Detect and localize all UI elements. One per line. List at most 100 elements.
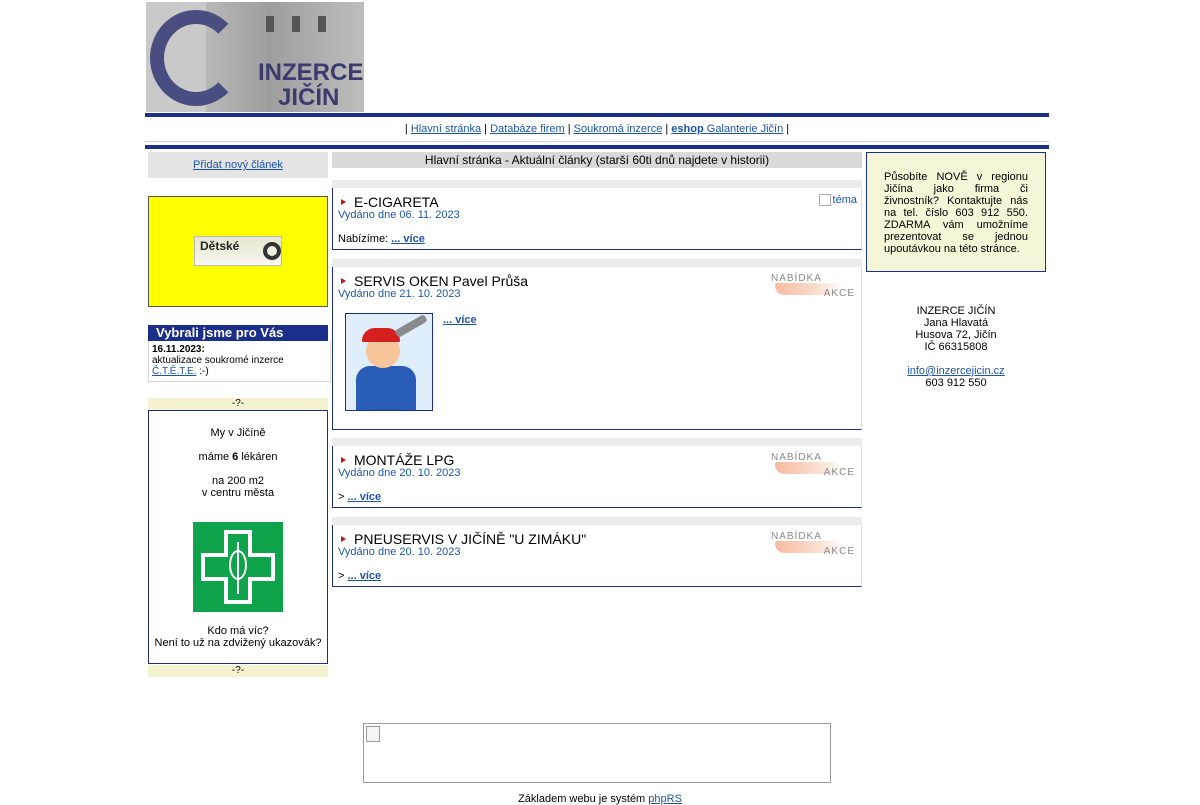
nav-separator: | bbox=[665, 123, 669, 135]
add-article-link[interactable]: Přidat nový článek bbox=[193, 159, 283, 171]
footer-text: Základem webu je systém bbox=[518, 793, 646, 805]
article-body: > ... více bbox=[338, 491, 381, 503]
promo-info-text: Působíte NOVĚ v regionu Jičína jako firm… bbox=[884, 171, 1028, 255]
contact-name: INZERCE JIČÍN bbox=[916, 305, 996, 317]
bottom-banner[interactable] bbox=[363, 723, 831, 783]
article-body: > ... více bbox=[338, 570, 381, 582]
article-card: MONTÁŽE LPG Vydáno dne 20. 10. 2023 NABÍ… bbox=[332, 446, 862, 508]
bullet-arrow-icon bbox=[341, 536, 346, 542]
article-date: Vydáno dne 20. 10. 2023 bbox=[338, 546, 461, 558]
article-body-prefix: Nabízíme: bbox=[338, 233, 389, 245]
article-card: E-CIGARETA Vydáno dne 06. 11. 2023 téma … bbox=[332, 188, 862, 250]
nav-separator: | bbox=[404, 123, 408, 135]
tower-window bbox=[292, 16, 300, 32]
contact-email-link[interactable]: info@inzercejicin.cz bbox=[907, 365, 1004, 377]
picks-title: Vybrali jsme pro Vás bbox=[156, 325, 284, 340]
contact-ic: IČ 66315808 bbox=[924, 341, 988, 353]
offer-badge: NABÍDKA AKCE bbox=[769, 452, 857, 478]
pick-link[interactable]: Č.T.Ě.T.E. bbox=[152, 366, 196, 377]
article-separator bbox=[332, 438, 862, 446]
promo-info-box: Působíte NOVĚ v regionu Jičína jako firm… bbox=[866, 152, 1046, 272]
pick-date: 16.11.2023: bbox=[152, 344, 205, 355]
ad-yellow-box[interactable]: Dětské bbox=[148, 196, 328, 307]
contact-street: Husova 72, Jičín bbox=[915, 329, 997, 341]
staff-icon bbox=[237, 542, 239, 594]
pick-text: aktualizace soukromé inzerce bbox=[152, 355, 284, 366]
badge-top-text: NABÍDKA bbox=[771, 273, 822, 284]
pharmacy-line2-post: lékáren bbox=[241, 451, 278, 463]
article-title[interactable]: E-CIGARETA bbox=[354, 194, 439, 210]
qmark-bar-top: -?- bbox=[148, 398, 328, 410]
bullet-arrow-icon bbox=[341, 457, 346, 463]
article-date: Vydáno dne 20. 10. 2023 bbox=[338, 467, 461, 479]
bullet-arrow-icon bbox=[341, 199, 346, 205]
offer-badge: NABÍDKA AKCE bbox=[769, 531, 857, 557]
nav-home-link[interactable]: Hlavní stránka bbox=[411, 123, 481, 135]
ad-banner[interactable]: Dětské bbox=[194, 236, 282, 266]
pharmacy-line1: My v Jičíně bbox=[210, 427, 266, 439]
tower-window bbox=[266, 16, 274, 32]
contact-phone: 603 912 550 bbox=[925, 377, 987, 389]
articles-heading: Hlavní stránka - Aktuální články (starší… bbox=[332, 152, 862, 168]
article-body: ... více bbox=[443, 314, 477, 326]
worker-shirt bbox=[356, 366, 416, 410]
ad-banner-text: Dětské bbox=[200, 239, 240, 253]
offer-badge: NABÍDKA AKCE bbox=[769, 273, 857, 299]
picks-body: 16.11.2023: aktualizace soukromé inzerce… bbox=[148, 341, 331, 382]
article-title[interactable]: SERVIS OKEN Pavel Průša bbox=[354, 273, 528, 289]
tower-window bbox=[318, 16, 326, 32]
article-separator bbox=[332, 259, 862, 267]
article-title[interactable]: MONTÁŽE LPG bbox=[354, 452, 454, 468]
pharmacy-line6: Není to už na zdvižený ukazovák? bbox=[154, 637, 322, 649]
broken-image-icon bbox=[818, 194, 831, 207]
article-more-link[interactable]: ... více bbox=[348, 570, 382, 582]
article-card: PNEUSERVIS V JIČÍNĚ "U ZIMÁKU" Vydáno dn… bbox=[332, 525, 862, 587]
article-body-prefix: > bbox=[338, 570, 345, 582]
header-divider-bottom bbox=[145, 145, 1049, 149]
article-more-link[interactable]: ... více bbox=[443, 314, 477, 326]
contact-person: Jana Hlavatá bbox=[923, 317, 989, 329]
article-date: Vydáno dne 06. 11. 2023 bbox=[338, 209, 460, 221]
article-body-prefix: > bbox=[338, 491, 345, 503]
article-date: Vydáno dne 21. 10. 2023 bbox=[338, 288, 461, 300]
article-card: SERVIS OKEN Pavel Průša Vydáno dne 21. 1… bbox=[332, 267, 862, 430]
badge-top-text: NABÍDKA bbox=[771, 452, 822, 463]
article-thumbnail[interactable] bbox=[345, 313, 433, 411]
nav-separator: | bbox=[567, 123, 571, 135]
nav-company-db-link[interactable]: Databáze firem bbox=[490, 123, 565, 135]
pharmacy-cross-icon[interactable] bbox=[193, 522, 283, 612]
nav-eshop-link[interactable]: eshop Galanterie Jičín bbox=[671, 123, 783, 135]
pharmacy-line5: Kdo má víc? bbox=[207, 625, 269, 637]
footer-phprs-link[interactable]: phpRS bbox=[648, 793, 682, 805]
badge-top-text: NABÍDKA bbox=[771, 531, 822, 542]
topic-image[interactable]: téma bbox=[818, 194, 857, 207]
article-more-link[interactable]: ... více bbox=[391, 233, 425, 245]
pharmacy-line3: na 200 m2 bbox=[212, 475, 264, 487]
wrench-icon bbox=[394, 314, 428, 338]
nav-private-ads-link[interactable]: Soukromá inzerce bbox=[574, 123, 663, 135]
site-logo[interactable]: INZERCE JIČÍN bbox=[146, 2, 364, 112]
badge-bottom-text: AKCE bbox=[823, 288, 855, 299]
logo-text-line2: JIČÍN bbox=[278, 84, 340, 111]
footer: Základem webu je systém phpRS bbox=[0, 793, 1200, 805]
pharmacy-line4: v centru města bbox=[201, 487, 275, 499]
pharmacy-box: My v Jičíně máme 6 lékáren na 200 m2 v c… bbox=[148, 410, 328, 664]
nav-separator: | bbox=[484, 123, 488, 135]
article-separator bbox=[332, 517, 862, 525]
article-more-link[interactable]: ... více bbox=[348, 491, 382, 503]
article-body: Nabízíme: ... více bbox=[338, 233, 425, 245]
badge-bottom-text: AKCE bbox=[823, 546, 855, 557]
film-reel-icon bbox=[263, 242, 281, 260]
topic-alt-text: téma bbox=[832, 194, 857, 206]
nav-separator: | bbox=[786, 123, 790, 135]
article-separator bbox=[332, 180, 862, 188]
contact-block: INZERCE JIČÍN Jana Hlavatá Husova 72, Ji… bbox=[866, 305, 1046, 389]
pharmacy-line2-pre: máme bbox=[198, 451, 230, 463]
badge-bottom-text: AKCE bbox=[823, 467, 855, 478]
logo-text-line1: INZERCE bbox=[258, 59, 364, 86]
main-nav: | Hlavní stránka | Databáze firem | Souk… bbox=[145, 117, 1049, 142]
article-title[interactable]: PNEUSERVIS V JIČÍNĚ "U ZIMÁKU" bbox=[354, 531, 586, 547]
nav-eshop-bold: eshop bbox=[671, 123, 704, 135]
nav-eshop-label: Galanterie Jičín bbox=[706, 123, 784, 135]
pharmacy-count: 6 bbox=[232, 451, 239, 463]
